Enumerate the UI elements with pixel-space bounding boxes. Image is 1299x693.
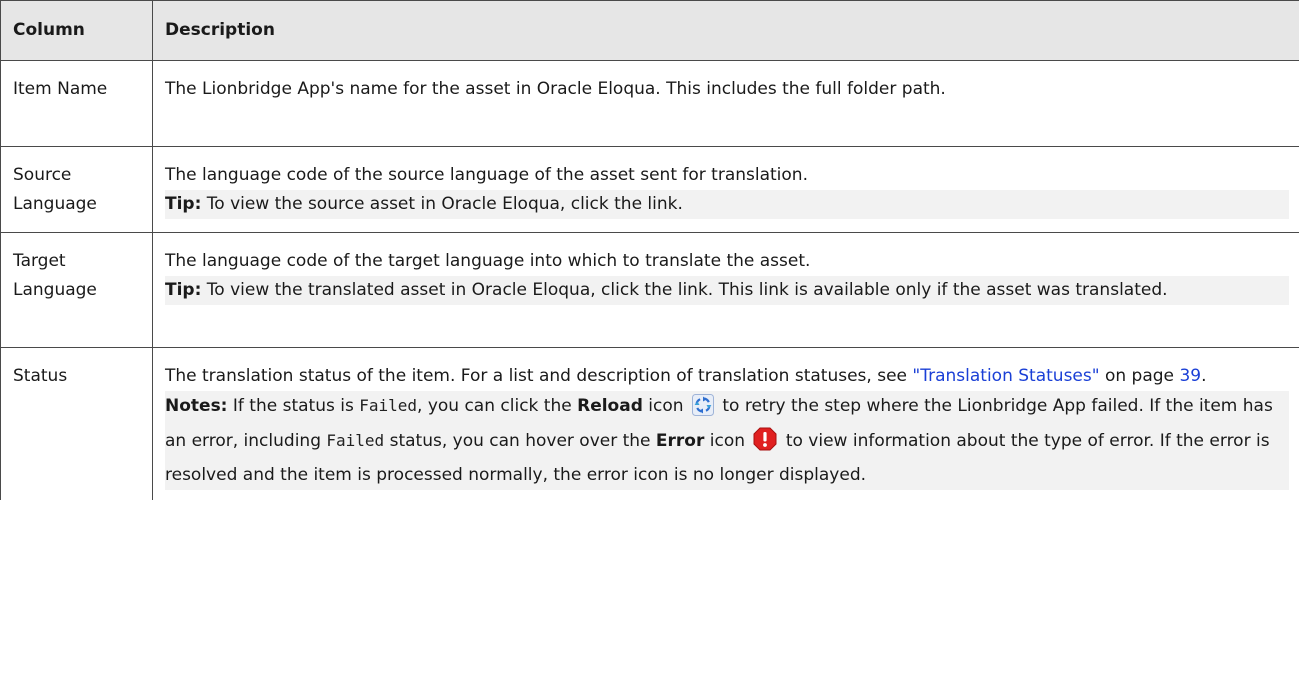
table-row: Status The translation status of the ite… — [0, 347, 1299, 500]
reload-icon — [691, 394, 714, 426]
row-column-name: Target Language — [0, 232, 153, 348]
table-header-row: Column Description — [0, 0, 1299, 61]
row-description: The language code of the target language… — [152, 232, 1299, 348]
notes-text: icon — [704, 431, 751, 451]
tip-label: Tip: — [165, 280, 202, 300]
description-prefix: The translation status of the item. For … — [165, 366, 913, 386]
error-label: Error — [655, 431, 705, 451]
column-description-table: Column Description Item Name The Lionbri… — [0, 0, 1299, 500]
page-number-link[interactable]: 39 — [1179, 366, 1201, 386]
error-icon — [753, 427, 777, 461]
table-row: Item Name The Lionbridge App's name for … — [0, 60, 1299, 147]
tip-text: To view the translated asset in Oracle E… — [201, 280, 1168, 300]
tip-label: Tip: — [165, 194, 202, 214]
column-header: Column — [0, 0, 153, 61]
reload-label: Reload — [577, 396, 643, 416]
notes-text: , you can click the — [417, 396, 578, 416]
description-header: Description — [152, 0, 1299, 61]
notes-text: status, you can hover over the — [384, 431, 656, 451]
notes-label: Notes: — [165, 396, 228, 416]
failed-code: Failed — [326, 431, 385, 450]
row-description: The translation status of the item. For … — [152, 347, 1299, 500]
notes-text: icon — [642, 396, 689, 416]
description-text: The language code of the source language… — [165, 165, 808, 185]
row-description: The language code of the source language… — [152, 146, 1299, 233]
row-column-name: Status — [0, 347, 153, 500]
period: . — [1201, 366, 1207, 386]
translation-statuses-link[interactable]: "Translation Statuses" — [912, 366, 1099, 386]
notes-text: If the status is — [227, 396, 360, 416]
table-row: Source Language The language code of the… — [0, 146, 1299, 233]
description-text: The language code of the target language… — [165, 251, 811, 271]
tip-box: Tip: To view the source asset in Oracle … — [165, 190, 1289, 219]
row-column-name: Source Language — [0, 146, 153, 233]
tip-text: To view the source asset in Oracle Eloqu… — [201, 194, 683, 214]
tip-box: Tip: To view the translated asset in Ora… — [165, 276, 1289, 305]
on-page-text: on page — [1099, 366, 1180, 386]
row-description: The Lionbridge App's name for the asset … — [152, 60, 1299, 147]
failed-code: Failed — [359, 396, 418, 415]
table-row: Target Language The language code of the… — [0, 232, 1299, 348]
row-column-name: Item Name — [0, 60, 153, 147]
notes-box: Notes: If the status is Failed, you can … — [165, 391, 1289, 490]
description-text: The translation status of the item. For … — [165, 362, 1289, 391]
